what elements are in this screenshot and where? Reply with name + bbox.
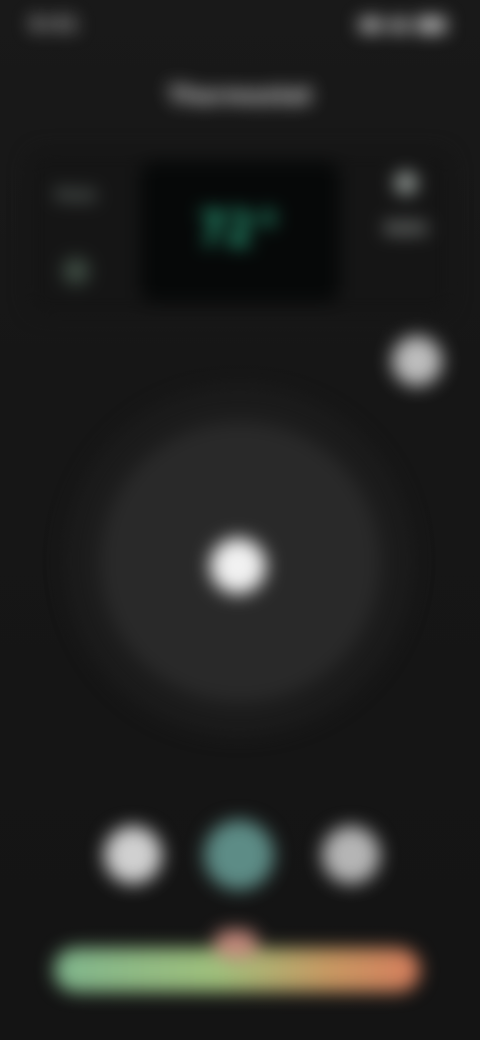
status-time: 9:41 [30,14,79,35]
app-screen: 9:41 Thermostat Mode 72° Auto [0,0,480,1040]
auto-section[interactable]: Auto [366,172,446,237]
side-action-button[interactable] [392,336,442,386]
display-value: 72° [198,202,282,256]
page-title: Thermostat [168,84,312,109]
mode-label: Mode [55,186,97,204]
left-control-button[interactable] [104,826,162,884]
mode-icon[interactable] [63,258,89,284]
gradient-slider-knob[interactable] [214,930,258,958]
auto-icon [395,172,417,194]
center-control-button[interactable] [204,820,274,890]
status-icons [360,18,446,32]
status-bar: 9:41 [0,0,480,56]
signal-icon [360,19,382,31]
auto-label: Auto [384,218,428,237]
wifi-icon [390,19,408,31]
battery-icon [416,18,446,32]
right-control-button[interactable] [322,826,380,884]
temperature-display: 72° [140,162,340,302]
blurred-content: 9:41 Thermostat Mode 72° Auto [0,0,480,1040]
dial-center-dot[interactable] [210,538,266,594]
mode-section[interactable]: Mode [36,186,116,284]
